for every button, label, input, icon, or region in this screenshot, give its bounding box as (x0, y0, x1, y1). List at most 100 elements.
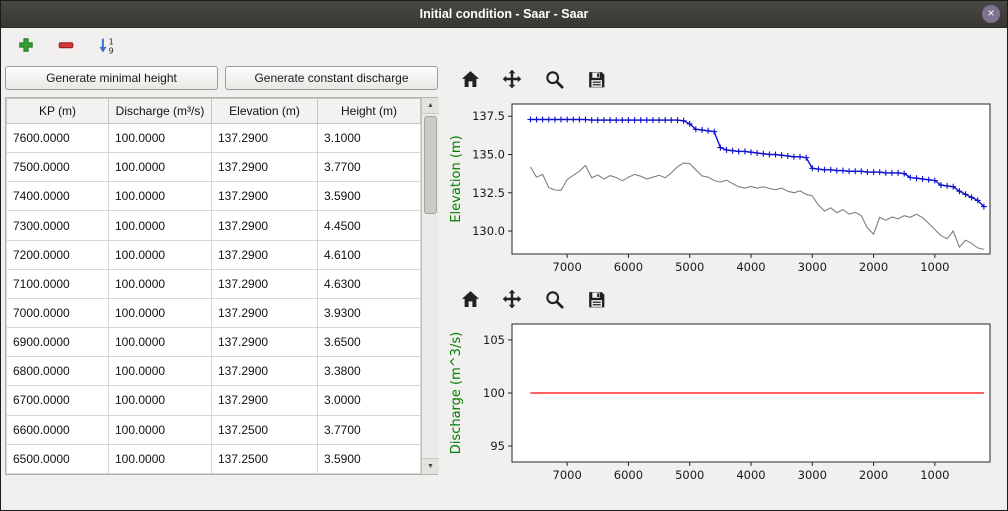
table-row[interactable]: 7200.0000100.0000137.29004.6100 (7, 240, 421, 269)
save-figure-button[interactable] (584, 67, 608, 91)
sort-button[interactable] (93, 32, 119, 58)
table-row[interactable]: 6800.0000100.0000137.29003.3800 (7, 357, 421, 386)
cell-height[interactable]: 4.6100 (318, 240, 421, 269)
svg-text:1000: 1000 (920, 468, 949, 482)
table-row[interactable]: 6600.0000100.0000137.25003.7700 (7, 415, 421, 444)
table-row[interactable]: 7100.0000100.0000137.29004.6300 (7, 269, 421, 298)
cell-height[interactable]: 3.3800 (318, 357, 421, 386)
column-header-kp[interactable]: KP (m) (7, 99, 109, 124)
cell-elevation[interactable]: 137.2900 (212, 211, 318, 240)
cell-discharge[interactable]: 100.0000 (109, 415, 212, 444)
home-button[interactable] (458, 287, 482, 311)
cell-kp[interactable]: 6800.0000 (7, 357, 109, 386)
cell-discharge[interactable]: 100.0000 (109, 240, 212, 269)
table-row[interactable]: 6900.0000100.0000137.29003.6500 (7, 328, 421, 357)
cell-height[interactable]: 3.7700 (318, 153, 421, 182)
table-row[interactable]: 7500.0000100.0000137.29003.7700 (7, 153, 421, 182)
cell-discharge[interactable]: 100.0000 (109, 357, 212, 386)
cell-elevation[interactable]: 137.2900 (212, 386, 318, 415)
plus-icon (17, 36, 35, 54)
table-row[interactable]: 7600.0000100.0000137.29003.1000 (7, 124, 421, 153)
cell-discharge[interactable]: 100.0000 (109, 269, 212, 298)
generate-minimal-height-button[interactable]: Generate minimal height (5, 66, 218, 90)
cell-discharge[interactable]: 100.0000 (109, 444, 212, 473)
cell-kp[interactable]: 6900.0000 (7, 328, 109, 357)
window-title: Initial condition - Saar - Saar (420, 7, 589, 21)
cell-discharge[interactable]: 100.0000 (109, 124, 212, 153)
left-panel: Generate minimal height Generate constan… (5, 64, 438, 492)
svg-text:130.0: 130.0 (472, 224, 505, 238)
scrollbar-thumb[interactable] (424, 116, 437, 214)
cell-height[interactable]: 3.1000 (318, 124, 421, 153)
pan-button[interactable] (500, 67, 524, 91)
cell-elevation[interactable]: 137.2900 (212, 153, 318, 182)
cell-discharge[interactable]: 100.0000 (109, 386, 212, 415)
cell-elevation[interactable]: 137.2900 (212, 182, 318, 211)
cell-height[interactable]: 3.5900 (318, 182, 421, 211)
plots-panel: 7000600050004000300020001000130.0132.513… (444, 64, 1003, 492)
vertical-scrollbar[interactable]: ▲ ▼ (421, 98, 439, 474)
discharge-nav-toolbar (444, 284, 1003, 314)
scroll-down-arrow-icon[interactable]: ▼ (422, 458, 439, 474)
cell-kp[interactable]: 6600.0000 (7, 415, 109, 444)
home-button[interactable] (458, 67, 482, 91)
move-arrows-icon (501, 68, 523, 90)
cell-kp[interactable]: 7300.0000 (7, 211, 109, 240)
home-icon (460, 289, 481, 310)
cell-elevation[interactable]: 137.2900 (212, 269, 318, 298)
generate-constant-discharge-button[interactable]: Generate constant discharge (225, 66, 438, 90)
table-row[interactable]: 7400.0000100.0000137.29003.5900 (7, 182, 421, 211)
cell-kp[interactable]: 7100.0000 (7, 269, 109, 298)
svg-text:7000: 7000 (553, 260, 582, 274)
cell-kp[interactable]: 7600.0000 (7, 124, 109, 153)
cell-elevation[interactable]: 137.2500 (212, 415, 318, 444)
scrollbar-track[interactable] (422, 114, 439, 458)
cell-discharge[interactable]: 100.0000 (109, 153, 212, 182)
elevation-plot[interactable]: 7000600050004000300020001000130.0132.513… (444, 94, 1000, 284)
cell-elevation[interactable]: 137.2900 (212, 357, 318, 386)
cell-elevation[interactable]: 137.2900 (212, 298, 318, 327)
cell-kp[interactable]: 7200.0000 (7, 240, 109, 269)
table-row[interactable]: 6500.0000100.0000137.25003.5900 (7, 444, 421, 473)
discharge-plot[interactable]: 700060005000400030002000100095100105Disc… (444, 314, 1000, 492)
cell-discharge[interactable]: 100.0000 (109, 298, 212, 327)
initial-condition-table: KP (m)Discharge (m³/s)Elevation (m)Heigh… (6, 98, 421, 474)
add-row-button[interactable] (13, 32, 39, 58)
cell-height[interactable]: 3.6500 (318, 328, 421, 357)
zoom-button[interactable] (542, 67, 566, 91)
cell-height[interactable]: 3.5900 (318, 444, 421, 473)
zoom-button[interactable] (542, 287, 566, 311)
close-button[interactable]: × (982, 5, 1000, 23)
cell-height[interactable]: 3.7700 (318, 415, 421, 444)
svg-text:5000: 5000 (675, 260, 704, 274)
table-area: KP (m)Discharge (m³/s)Elevation (m)Heigh… (5, 97, 438, 475)
cell-height[interactable]: 3.9300 (318, 298, 421, 327)
column-header-discharge[interactable]: Discharge (m³/s) (109, 99, 212, 124)
table-row[interactable]: 6700.0000100.0000137.29003.0000 (7, 386, 421, 415)
cell-kp[interactable]: 7000.0000 (7, 298, 109, 327)
table-row[interactable]: 7000.0000100.0000137.29003.9300 (7, 298, 421, 327)
cell-elevation[interactable]: 137.2900 (212, 124, 318, 153)
cell-kp[interactable]: 7400.0000 (7, 182, 109, 211)
cell-discharge[interactable]: 100.0000 (109, 328, 212, 357)
remove-row-button[interactable] (53, 32, 79, 58)
cell-elevation[interactable]: 137.2500 (212, 444, 318, 473)
scroll-up-arrow-icon[interactable]: ▲ (422, 98, 439, 114)
cell-kp[interactable]: 7500.0000 (7, 153, 109, 182)
cell-elevation[interactable]: 137.2900 (212, 328, 318, 357)
pan-button[interactable] (500, 287, 524, 311)
cell-height[interactable]: 4.4500 (318, 211, 421, 240)
titlebar[interactable]: Initial condition - Saar - Saar × (1, 1, 1007, 28)
cell-discharge[interactable]: 100.0000 (109, 211, 212, 240)
cell-height[interactable]: 3.0000 (318, 386, 421, 415)
save-figure-button[interactable] (584, 287, 608, 311)
cell-elevation[interactable]: 137.2900 (212, 240, 318, 269)
cell-height[interactable]: 4.6300 (318, 269, 421, 298)
cell-kp[interactable]: 6700.0000 (7, 386, 109, 415)
column-header-elevation[interactable]: Elevation (m) (212, 99, 318, 124)
cell-kp[interactable]: 6500.0000 (7, 444, 109, 473)
table-row[interactable]: 7300.0000100.0000137.29004.4500 (7, 211, 421, 240)
cell-discharge[interactable]: 100.0000 (109, 182, 212, 211)
move-arrows-icon (501, 288, 523, 310)
column-header-height[interactable]: Height (m) (318, 99, 421, 124)
